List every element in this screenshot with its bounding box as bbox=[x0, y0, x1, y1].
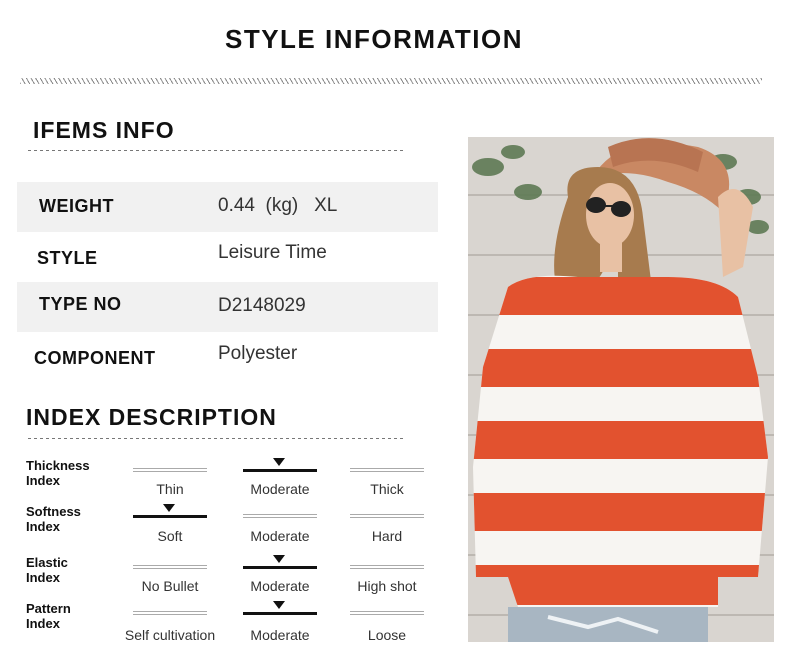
info-row-weight: WEIGHT 0.44 (kg) XL bbox=[17, 182, 438, 232]
option-label: Moderate bbox=[250, 528, 310, 544]
info-value: Polyester bbox=[218, 343, 298, 364]
items-info-divider bbox=[28, 150, 406, 151]
index-row-elastic: Elastic Index No Bullet Moderate High sh… bbox=[26, 555, 446, 601]
info-value: 0.44 (kg) XL bbox=[218, 195, 338, 216]
items-info-table: WEIGHT 0.44 (kg) XL STYLE Leisure Time T… bbox=[17, 182, 438, 382]
selected-marker-icon bbox=[163, 504, 175, 512]
info-label: STYLE bbox=[37, 248, 98, 268]
index-option: High shot bbox=[350, 555, 424, 601]
index-row-pattern: Pattern Index Self cultivation Moderate … bbox=[26, 601, 446, 647]
items-info-heading: IFEMS INFO bbox=[33, 117, 175, 143]
option-label: High shot bbox=[357, 578, 417, 594]
index-row-softness: Softness Index Soft Moderate Hard bbox=[26, 504, 446, 550]
index-name: Elastic Index bbox=[26, 555, 68, 585]
option-label: Moderate bbox=[250, 627, 310, 643]
hatch-divider bbox=[20, 78, 762, 84]
option-label: Thin bbox=[156, 481, 184, 497]
option-label: Thick bbox=[370, 481, 404, 497]
option-label: Soft bbox=[157, 528, 183, 544]
info-row-type-no: TYPE NO D2148029 bbox=[17, 282, 438, 332]
index-row-thickness: Thickness Index Thin Moderate Thick bbox=[26, 458, 446, 504]
index-option: Soft bbox=[133, 504, 207, 550]
selected-marker-icon bbox=[273, 555, 285, 563]
option-label: Loose bbox=[367, 627, 407, 643]
index-option: Thick bbox=[350, 458, 424, 504]
option-label: Self cultivation bbox=[124, 627, 216, 643]
info-value: Leisure Time bbox=[218, 242, 327, 263]
index-option: Moderate bbox=[243, 504, 317, 550]
product-photo-illustration bbox=[468, 137, 774, 642]
index-name: Softness Index bbox=[26, 504, 81, 534]
info-value: D2148029 bbox=[218, 295, 306, 316]
index-name: Thickness Index bbox=[26, 458, 90, 488]
selected-marker-icon bbox=[273, 458, 285, 466]
option-label: Moderate bbox=[250, 578, 310, 594]
info-label: TYPE NO bbox=[39, 294, 122, 314]
index-option: Thin bbox=[133, 458, 207, 504]
index-option: Moderate bbox=[243, 555, 317, 601]
index-option: Moderate bbox=[243, 458, 317, 504]
option-label: Hard bbox=[371, 528, 403, 544]
option-label: No Bullet bbox=[141, 578, 199, 594]
index-option: Moderate bbox=[243, 601, 317, 647]
option-label: Moderate bbox=[250, 481, 310, 497]
selected-marker-icon bbox=[273, 601, 285, 609]
index-description-divider bbox=[28, 438, 406, 439]
info-label: COMPONENT bbox=[34, 348, 156, 368]
page-title: STYLE INFORMATION bbox=[224, 24, 523, 54]
index-description-heading: INDEX DESCRIPTION bbox=[26, 404, 277, 430]
index-option: No Bullet bbox=[133, 555, 207, 601]
index-option: Loose bbox=[350, 601, 424, 647]
index-option: Self cultivation bbox=[125, 601, 215, 647]
info-row-component: COMPONENT Polyester bbox=[17, 332, 438, 382]
index-name: Pattern Index bbox=[26, 601, 71, 631]
info-label: WEIGHT bbox=[39, 196, 114, 216]
product-photo bbox=[468, 137, 774, 642]
index-option: Hard bbox=[350, 504, 424, 550]
info-row-style: STYLE Leisure Time bbox=[17, 232, 438, 282]
